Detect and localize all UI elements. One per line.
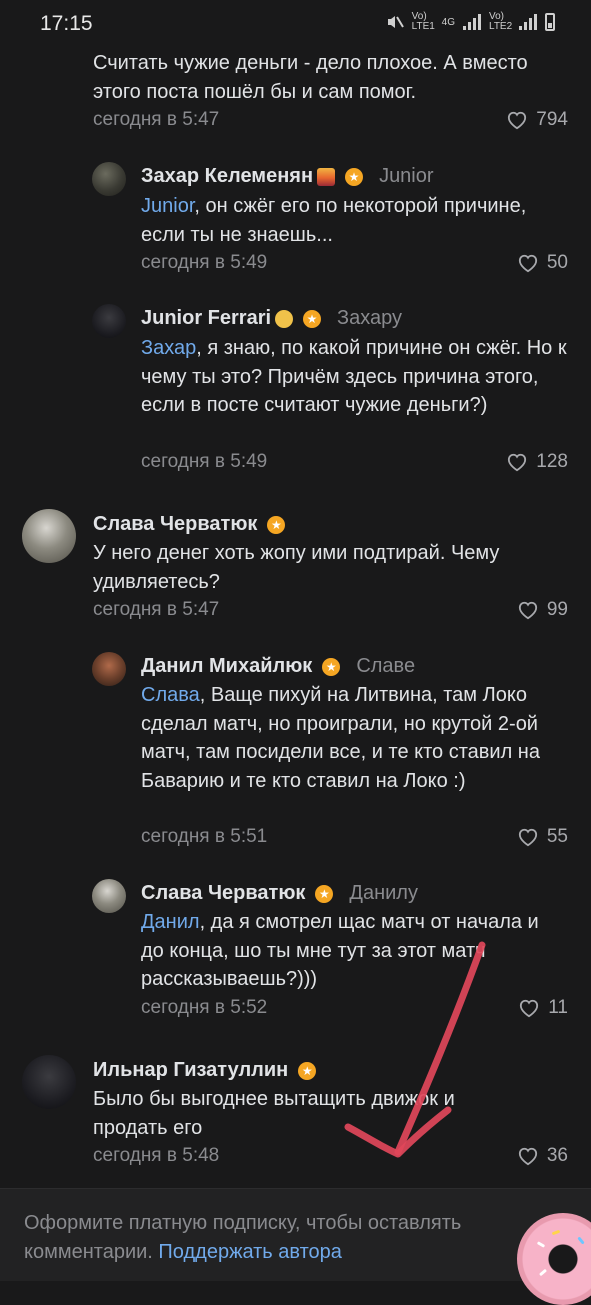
author-name[interactable]: Данил Михайлюк	[141, 655, 312, 678]
heart-icon	[508, 453, 527, 472]
like-button[interactable]: 794	[506, 109, 568, 131]
like-count: 55	[546, 826, 568, 847]
like-count: 794	[536, 109, 568, 130]
mention-link[interactable]: Данил	[141, 911, 200, 933]
like-count: 11	[548, 997, 568, 1018]
star-badge-icon: ★	[298, 1061, 317, 1080]
mention-link[interactable]: Слава	[141, 684, 200, 706]
footer-text: Оформите платную подписку, чтобы оставля…	[24, 1212, 462, 1263]
avatar[interactable]	[22, 509, 76, 563]
comment-time[interactable]: сегодня в 5:48	[93, 1145, 219, 1167]
status-bar: 17:15 Vo) LTE1 4G Vo) LTE2	[0, 0, 591, 48]
status-icons: Vo) LTE1 4G Vo) LTE2	[386, 12, 555, 32]
like-button[interactable]: 128	[506, 451, 568, 473]
mention-link[interactable]: Junior	[141, 195, 194, 217]
reply-to[interactable]: Данилу	[349, 882, 418, 905]
heart-icon	[518, 254, 537, 273]
comment-text: У него денег хоть жопу ими подтирай. Чем…	[93, 542, 500, 593]
comment-text: Слава, Ваще пихуй на Литвина, там Локо с…	[141, 684, 540, 792]
signal-bars-icon	[463, 14, 481, 30]
subscription-footer: Оформите платную подписку, чтобы оставля…	[0, 1188, 591, 1305]
comment-text: Было бы выгоднее вытащить движок и прода…	[93, 1088, 455, 1139]
like-button[interactable]: 11	[518, 997, 568, 1019]
comment-text: Захар, я знаю, по какой причине он сжёг.…	[141, 337, 567, 416]
comment-header: Слава Черватюк ★	[93, 513, 286, 536]
star-badge-icon: ★	[322, 657, 341, 676]
comment-time[interactable]: сегодня в 5:49	[141, 252, 267, 274]
sunset-emoji-icon	[317, 167, 336, 186]
avatar[interactable]	[92, 304, 126, 338]
mute-icon	[387, 16, 404, 28]
comment-text: Данил, да я смотрел щас матч от начала и…	[141, 911, 539, 990]
author-name[interactable]: Junior Ferrari	[141, 307, 271, 330]
like-count: 99	[546, 599, 568, 620]
star-badge-icon: ★	[303, 309, 322, 328]
comment-time[interactable]: сегодня в 5:52	[141, 997, 267, 1019]
mention-link[interactable]: Захар	[141, 337, 196, 359]
comment-text: Считать чужие деньги - дело плохое. А вм…	[93, 52, 528, 103]
battery-icon	[545, 13, 555, 31]
support-author-link[interactable]: Поддержать автора	[158, 1241, 341, 1263]
like-button[interactable]: 36	[517, 1145, 568, 1167]
comment-header: Слава Черватюк ★ Данилу	[141, 882, 418, 905]
reply-to[interactable]: Захару	[337, 307, 402, 330]
comment-text: Junior, он сжёг его по некоторой причине…	[141, 195, 527, 246]
heart-icon	[508, 111, 527, 130]
like-button[interactable]: 99	[517, 599, 568, 621]
network-lte2-label: Vo) LTE2	[489, 11, 513, 32]
star-badge-icon: ★	[267, 515, 286, 534]
reply-to[interactable]: Junior	[379, 165, 433, 188]
donut-icon	[517, 1213, 591, 1305]
comment-time[interactable]: сегодня в 5:49	[141, 451, 267, 473]
comment-header: Захар Келеменян ★ Junior	[141, 165, 434, 188]
signal-bars-2-icon	[519, 14, 537, 30]
heart-icon	[518, 828, 537, 847]
comment-header: Ильнар Гизатуллин ★	[93, 1059, 317, 1082]
star-badge-icon: ★	[345, 167, 364, 186]
avatar[interactable]	[22, 1055, 76, 1109]
heart-icon	[520, 999, 539, 1018]
avatar[interactable]	[92, 879, 126, 913]
like-count: 128	[536, 451, 568, 472]
network-lte1-label: Vo) LTE1	[411, 11, 435, 32]
star-badge-icon: ★	[315, 884, 334, 903]
like-count: 36	[546, 1145, 568, 1166]
reply-to[interactable]: Славе	[356, 655, 415, 678]
comment-time[interactable]: сегодня в 5:47	[93, 599, 219, 621]
comment-header: Данил Михайлюк ★ Славе	[141, 655, 415, 678]
avatar[interactable]	[92, 162, 126, 196]
author-name[interactable]: Ильнар Гизатуллин	[93, 1059, 288, 1082]
like-count: 50	[546, 252, 568, 273]
status-time: 17:15	[40, 12, 93, 35]
comment-time[interactable]: сегодня в 5:51	[141, 826, 267, 848]
author-name[interactable]: Слава Черватюк	[93, 513, 257, 536]
comment-header: Junior Ferrari ★ Захару	[141, 307, 402, 330]
heart-icon	[518, 601, 537, 620]
avatar[interactable]	[92, 652, 126, 686]
heart-icon	[518, 1147, 537, 1166]
author-name[interactable]: Захар Келеменян	[141, 165, 313, 188]
network-type-label: 4G	[441, 16, 455, 28]
like-button[interactable]: 50	[517, 252, 568, 274]
comment-time[interactable]: сегодня в 5:47	[93, 109, 219, 131]
author-name[interactable]: Слава Черватюк	[141, 882, 305, 905]
like-button[interactable]: 55	[517, 826, 568, 848]
cat-emoji-icon	[275, 309, 294, 328]
